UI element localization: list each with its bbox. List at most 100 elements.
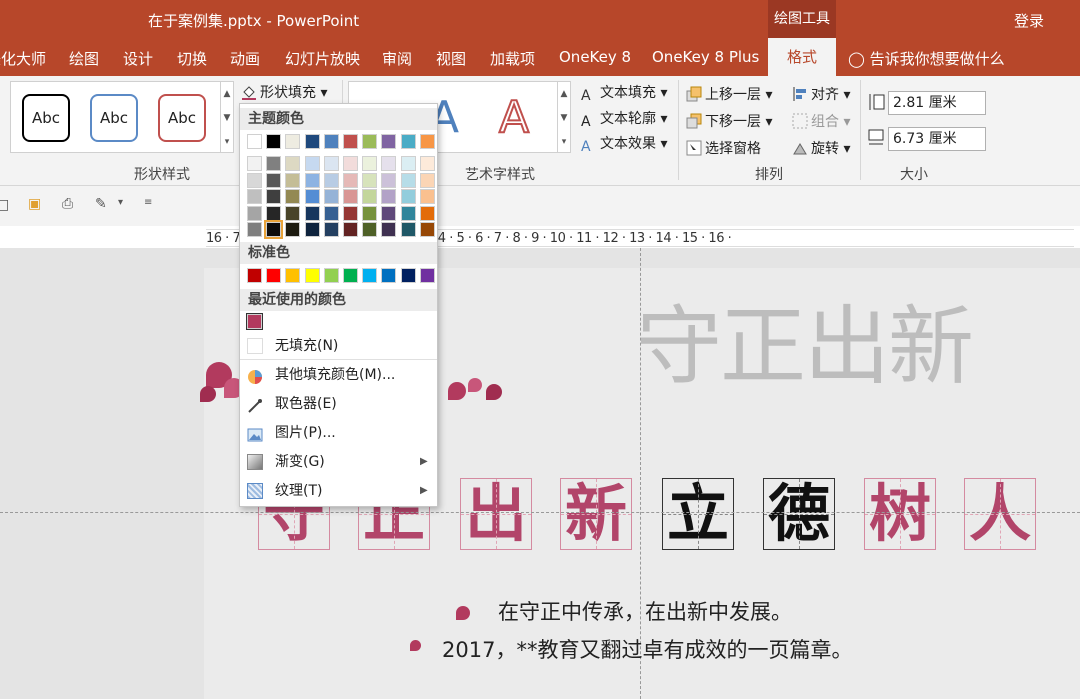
theme-shade-swatch[interactable] [285, 156, 301, 171]
tab-design[interactable]: 设计 [123, 48, 153, 69]
theme-shade-swatch[interactable] [400, 189, 416, 204]
theme-color-swatch[interactable] [343, 134, 358, 149]
theme-shade-swatch[interactable] [323, 172, 339, 188]
title-char-box[interactable]: 新 [560, 478, 632, 550]
tab-review[interactable]: 审阅 [382, 48, 412, 69]
wordart-scroll-buttons[interactable]: ▲ ▼ ▾ [557, 81, 571, 153]
standard-color-swatch[interactable] [381, 268, 397, 283]
theme-shade-swatch[interactable] [362, 156, 378, 171]
theme-shade-swatch[interactable] [285, 205, 301, 221]
theme-shade-swatch[interactable] [400, 222, 416, 237]
tab-addins[interactable]: 加载项 [490, 48, 535, 69]
dropdown-arrow-icon[interactable]: ▾ [118, 197, 123, 208]
theme-shade-swatch[interactable] [323, 205, 339, 221]
theme-shade-swatch[interactable] [247, 172, 262, 188]
theme-shade-swatch[interactable] [304, 189, 320, 204]
theme-shade-swatch[interactable] [400, 172, 416, 188]
shape-fill-button[interactable]: 形状填充 ▾ [241, 82, 327, 102]
gallery-scroll-buttons[interactable]: ▲ ▼ ▾ [220, 81, 234, 153]
theme-shade-swatch[interactable] [362, 222, 378, 237]
tab-transitions[interactable]: 切换 [177, 48, 207, 69]
title-char-box[interactable]: 树 [864, 478, 936, 550]
theme-shade-swatch[interactable] [343, 156, 358, 171]
theme-color-swatch[interactable] [285, 134, 301, 149]
open-folder-icon[interactable]: ▣ [28, 196, 41, 212]
theme-color-swatch[interactable] [247, 134, 262, 149]
standard-color-swatch[interactable] [400, 268, 416, 283]
slide-body-line[interactable]: 2017，**教育又翻过卓有成效的一页篇章。 [442, 634, 852, 664]
theme-shade-swatch[interactable] [381, 222, 397, 237]
theme-shade-swatch[interactable] [343, 205, 358, 221]
title-char-box[interactable]: 立 [662, 478, 734, 550]
standard-color-swatch[interactable] [362, 268, 378, 283]
theme-shade-swatch[interactable] [264, 220, 284, 239]
standard-color-swatch[interactable] [323, 268, 339, 283]
tab-onekey8-plus[interactable]: OneKey 8 Plus [652, 48, 759, 66]
theme-shade-swatch[interactable] [343, 222, 358, 237]
selection-pane-button[interactable]: 选择窗格 [686, 138, 761, 158]
align-button[interactable]: 对齐 ▾ [792, 84, 850, 104]
gradient-item[interactable]: 渐变(G) ▶ [240, 448, 437, 476]
rotate-button[interactable]: 旋转 ▾ [792, 138, 850, 158]
tab-format[interactable]: 格式 [768, 38, 836, 76]
title-char-box[interactable]: 德 [763, 478, 835, 550]
text-outline-button[interactable]: A 文本轮廓 ▾ [581, 108, 667, 130]
group-button[interactable]: 组合 ▾ [792, 111, 850, 131]
title-char-box[interactable]: 出 [460, 478, 532, 550]
theme-shade-swatch[interactable] [381, 156, 397, 171]
standard-color-swatch[interactable] [266, 268, 282, 283]
eyedropper-item[interactable]: 取色器(E) [240, 390, 437, 418]
tab-animations[interactable]: 动画 [230, 48, 260, 69]
slide-big-title[interactable]: 守正出新 [636, 276, 974, 401]
theme-shade-swatch[interactable] [285, 222, 301, 237]
theme-color-swatch[interactable] [419, 134, 435, 149]
standard-color-swatch[interactable] [304, 268, 320, 283]
theme-shade-swatch[interactable] [419, 172, 435, 188]
theme-shade-swatch[interactable] [362, 172, 378, 188]
theme-color-swatch[interactable] [381, 134, 397, 149]
tab-view[interactable]: 视图 [436, 48, 466, 69]
tab-slideshow[interactable]: 幻灯片放映 [285, 48, 360, 69]
recent-color-swatch[interactable] [246, 313, 263, 330]
theme-shade-swatch[interactable] [285, 172, 301, 188]
theme-shade-swatch[interactable] [304, 205, 320, 221]
theme-shade-swatch[interactable] [343, 172, 358, 188]
theme-shade-swatch[interactable] [362, 205, 378, 221]
theme-shade-swatch[interactable] [266, 172, 282, 188]
theme-shade-swatch[interactable] [400, 156, 416, 171]
theme-shade-swatch[interactable] [247, 222, 262, 237]
theme-shade-swatch[interactable] [304, 172, 320, 188]
theme-shade-swatch[interactable] [247, 205, 262, 221]
theme-shade-swatch[interactable] [266, 189, 282, 204]
print-icon[interactable]: ⎙ [62, 196, 73, 212]
bring-forward-button[interactable]: 上移一层 ▾ [686, 84, 772, 104]
no-fill-item[interactable]: 无填充(N) [240, 332, 437, 360]
theme-shade-swatch[interactable] [419, 189, 435, 204]
theme-shade-swatch[interactable] [381, 172, 397, 188]
standard-color-swatch[interactable] [285, 268, 301, 283]
theme-color-swatch[interactable] [304, 134, 320, 149]
theme-shade-swatch[interactable] [419, 205, 435, 221]
theme-shade-swatch[interactable] [247, 189, 262, 204]
theme-color-swatch[interactable] [362, 134, 378, 149]
theme-shade-swatch[interactable] [419, 222, 435, 237]
tab-onekey8[interactable]: OneKey 8 [559, 48, 631, 66]
standard-color-swatch[interactable] [343, 268, 358, 283]
send-backward-button[interactable]: 下移一层 ▾ [686, 111, 772, 131]
standard-color-swatch[interactable] [247, 268, 262, 283]
theme-color-swatch[interactable] [266, 134, 282, 149]
theme-shade-swatch[interactable] [285, 189, 301, 204]
tell-me-search[interactable]: ◯ 告诉我你想要做什么 [848, 48, 1005, 69]
theme-shade-swatch[interactable] [419, 156, 435, 171]
theme-shade-swatch[interactable] [266, 205, 282, 221]
shape-style-sample[interactable]: Abc [90, 94, 138, 142]
tab-draw[interactable]: 绘图 [69, 48, 99, 69]
height-field[interactable]: 2.81 厘米 [888, 91, 986, 115]
theme-shade-swatch[interactable] [304, 156, 320, 171]
shape-style-sample[interactable]: Abc [158, 94, 206, 142]
theme-shade-swatch[interactable] [381, 189, 397, 204]
theme-shade-swatch[interactable] [304, 222, 320, 237]
text-effects-button[interactable]: A 文本效果 ▾ [581, 133, 667, 155]
tab-beautify-master[interactable]: 美化大师 [0, 48, 46, 69]
customize-qat-icon[interactable]: ≡ [144, 197, 152, 208]
